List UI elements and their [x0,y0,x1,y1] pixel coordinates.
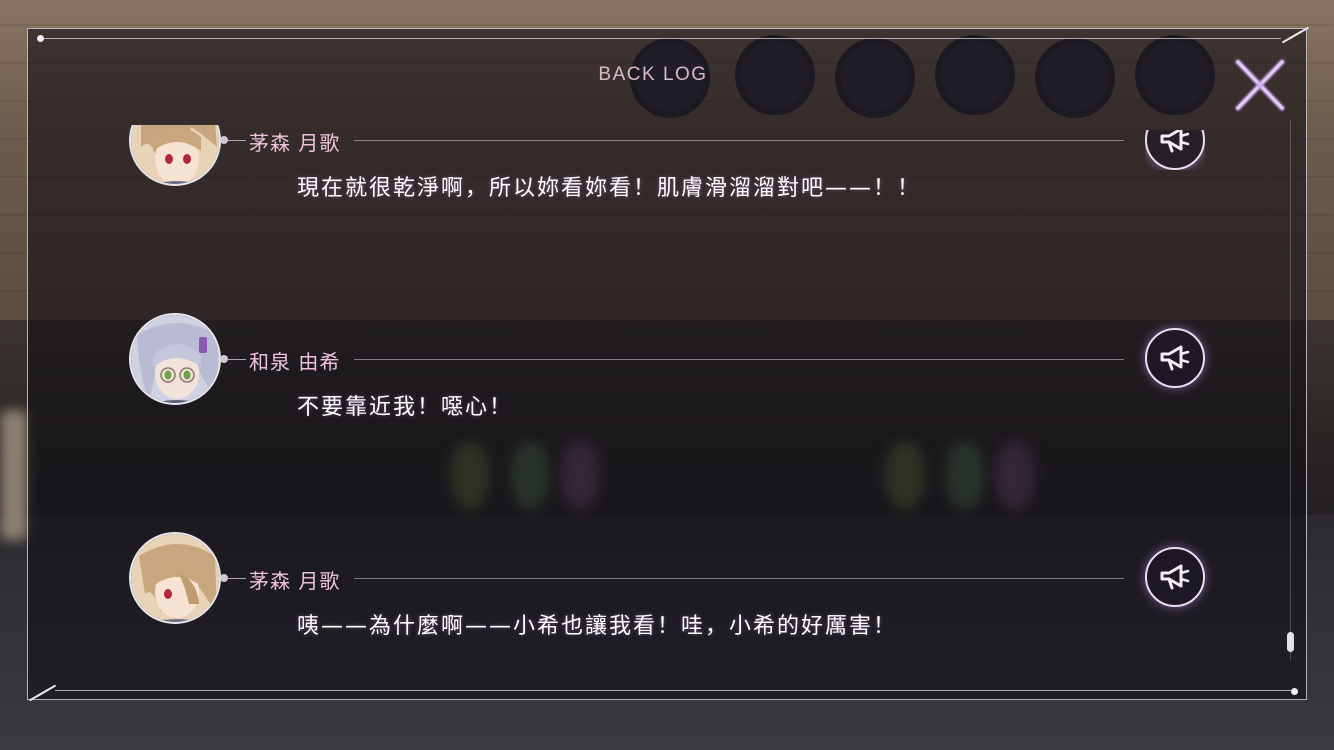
voice-replay-button[interactable] [1145,328,1205,388]
speaker-name: 茅森 月歌 [249,569,341,593]
character-portrait-icon [131,534,219,622]
panel-divider-top [41,38,1281,39]
corner-dot [1291,688,1298,695]
log-entry: 和泉 由希 不要靠近我！噁心！ [0,313,1334,423]
megaphone-icon [1160,564,1190,590]
dialogue-text: 不要靠近我！噁心！ [297,395,514,420]
dialogue-text: 咦——為什麼啊——小希也讓我看！哇，小希的好厲害！ [297,614,898,639]
log-entry: 茅森 月歌 現在就很乾淨啊，所以妳看妳看！肌膚滑溜溜對吧——！！ [0,95,1334,205]
name-line [228,359,246,360]
avatar [129,313,221,405]
speaker-name: 和泉 由希 [249,350,341,374]
name-line [354,140,1124,141]
backlog-screen: BACK LOG 茅森 月歌 現在就很乾淨啊，所以妳看妳看！肌膚滑溜溜對吧——！… [0,0,1334,750]
megaphone-icon [1160,345,1190,371]
panel-divider-bottom [55,690,1295,691]
name-line-dot [220,574,228,582]
speaker-name: 茅森 月歌 [249,131,341,155]
megaphone-icon [1160,130,1190,153]
voice-replay-button[interactable] [1145,547,1205,607]
log-entry: 茅森 月歌 咦——為什麼啊——小希也讓我看！哇，小希的好厲害！ [0,532,1334,642]
corner-dot [37,35,44,42]
character-portrait-icon [131,315,219,403]
avatar [129,532,221,624]
dialogue-text: 現在就很乾淨啊，所以妳看妳看！肌膚滑溜溜對吧——！！ [297,176,922,201]
voice-replay-button[interactable] [1145,130,1205,170]
name-line [354,578,1124,579]
name-line [228,578,246,579]
page-title: BACK LOG [598,64,708,85]
character-portrait-icon [131,125,219,184]
name-line [354,359,1124,360]
avatar [129,125,221,186]
name-line [228,140,246,141]
name-line-dot [220,136,228,144]
background-shape [0,410,28,540]
name-line-dot [220,355,228,363]
